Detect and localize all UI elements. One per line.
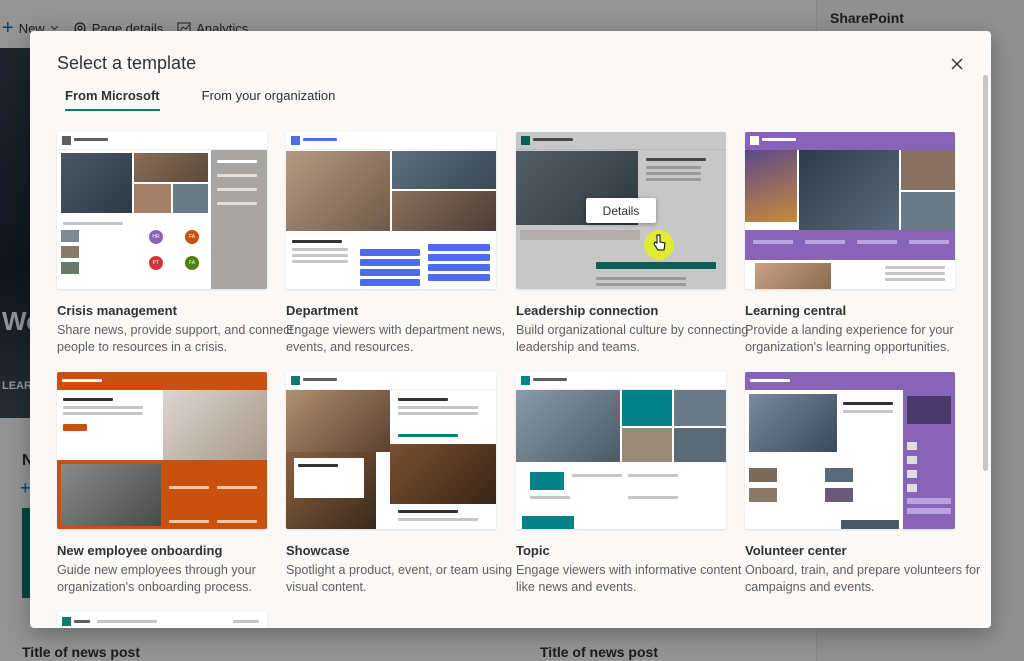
details-button[interactable]: Details [586, 198, 656, 223]
template-card-topic[interactable]: Topic Engage viewers with informative co… [516, 372, 741, 596]
template-name: New employee onboarding [57, 543, 223, 558]
hand-cursor-icon [653, 234, 666, 251]
select-template-dialog: Select a template From Microsoft From yo… [30, 31, 991, 628]
scrollbar[interactable] [983, 75, 988, 471]
template-card-crisis-management[interactable]: HR FA PT FA Crisis management Share news… [57, 132, 293, 356]
template-thumbnail [516, 372, 726, 529]
template-card-new-employee-onboarding[interactable]: New employee onboarding Guide new employ… [57, 372, 268, 596]
template-name: Volunteer center [745, 543, 847, 558]
template-card-department[interactable]: Department Engage viewers with departmen… [286, 132, 505, 356]
template-thumbnail [286, 132, 496, 289]
template-card-showcase[interactable]: Showcase Spotlight a product, event, or … [286, 372, 512, 596]
template-description: Build organizational culture by connecti… [516, 323, 749, 354]
template-description: Provide a landing experience for your or… [745, 323, 954, 354]
template-thumbnail [57, 372, 267, 529]
template-description: Engage viewers with informative content … [516, 563, 742, 594]
template-name: Leadership connection [516, 303, 659, 318]
template-thumbnail [745, 372, 955, 529]
template-description: Engage viewers with department news, eve… [286, 323, 506, 354]
template-thumbnail [745, 132, 955, 289]
template-name: Learning central [745, 303, 847, 318]
template-name: Showcase [286, 543, 350, 558]
tab-from-microsoft[interactable]: From Microsoft [57, 85, 168, 111]
template-card-volunteer-center[interactable]: Volunteer center Onboard, train, and pre… [745, 372, 980, 596]
template-name: Department [286, 303, 359, 318]
template-description: Guide new employees through your organiz… [57, 563, 256, 594]
dialog-title: Select a template [57, 53, 197, 73]
template-thumbnail [57, 612, 267, 628]
template-thumbnail [286, 372, 496, 529]
template-name: Topic [516, 543, 550, 558]
template-card-leadership-connection[interactable]: Details Leadership connection Build orga… [516, 132, 748, 356]
template-tabs: From Microsoft From your organization [57, 85, 343, 111]
template-card-work-site[interactable] [57, 612, 268, 628]
template-description: Onboard, train, and prepare volunteers f… [745, 563, 981, 594]
template-description: Spotlight a product, event, or team usin… [286, 563, 513, 594]
template-thumbnail: Details [516, 132, 726, 289]
template-description: Share news, provide support, and connect… [57, 323, 293, 354]
template-name: Crisis management [57, 303, 177, 318]
tab-from-your-organization[interactable]: From your organization [194, 85, 344, 111]
close-icon [951, 58, 963, 70]
template-card-learning-central[interactable]: Learning central Provide a landing exper… [745, 132, 956, 356]
template-thumbnail: HR FA PT FA [57, 132, 267, 289]
close-button[interactable] [946, 53, 968, 75]
